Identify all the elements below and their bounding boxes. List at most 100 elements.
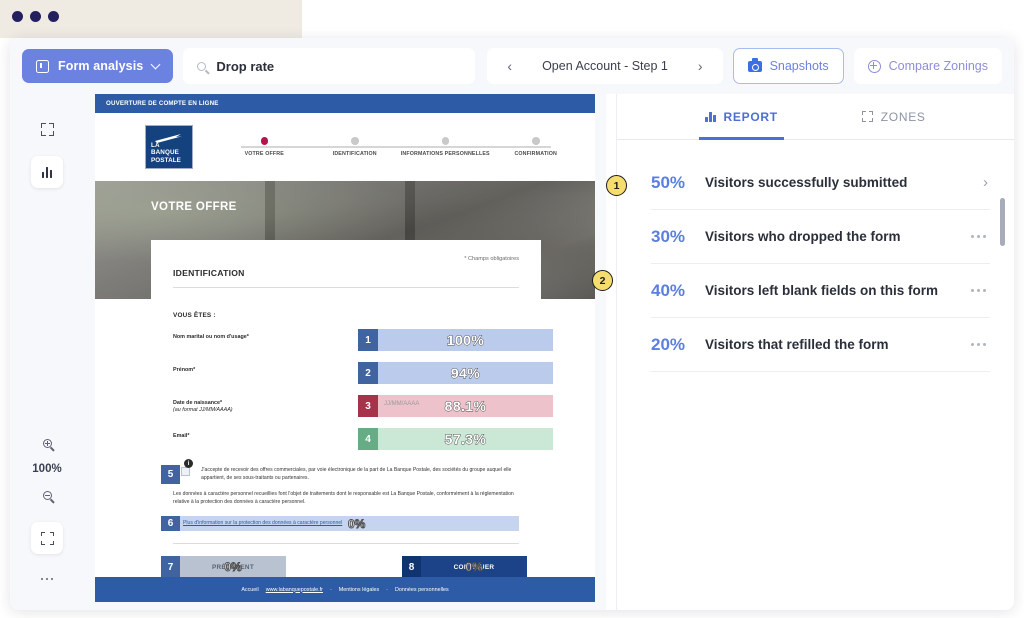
toolbar: Form analysis Drop rate ‹ Open Account -… xyxy=(10,38,1014,94)
form-card: * Champs obligatoires IDENTIFICATION VOU… xyxy=(151,240,541,590)
hero-title: VOTRE OFFRE xyxy=(151,201,237,213)
callout-marker-1[interactable]: 1 xyxy=(606,175,627,196)
crop-icon[interactable] xyxy=(30,112,64,146)
report-row[interactable]: 50% Visitors successfully submitted › xyxy=(651,156,990,210)
heatmap-index-badge: 1 xyxy=(358,329,378,351)
fit-screen-icon[interactable] xyxy=(31,522,63,554)
form-topbar-title: OUVERTURE DE COMPTE EN LIGNE xyxy=(106,100,219,107)
report-percent: 20% xyxy=(651,335,695,355)
search-input[interactable]: Drop rate xyxy=(183,48,475,84)
panel-scrollbar-thumb[interactable] xyxy=(1000,198,1005,246)
heatmap-percent: 94% xyxy=(451,365,480,381)
footer-separator: - xyxy=(330,587,332,593)
chevron-down-icon xyxy=(151,59,161,69)
app-root: Form analysis Drop rate ‹ Open Account -… xyxy=(0,0,1024,618)
step-dot-icon xyxy=(442,137,450,145)
required-fields-note: * Champs obligatoires xyxy=(173,256,519,262)
zoom-in-icon[interactable] xyxy=(30,426,64,460)
legal-note-text: Les données à caractère personnel recuei… xyxy=(173,491,519,506)
step-identification[interactable]: IDENTIFICATION xyxy=(310,137,401,157)
report-row[interactable]: 20% Visitors that refilled the form xyxy=(651,318,990,372)
form-preview-canvas[interactable]: OUVERTURE DE COMPTE EN LIGNE LA BANQUE P… xyxy=(84,94,606,610)
tab-report-label: REPORT xyxy=(724,110,778,124)
app-window: Form analysis Drop rate ‹ Open Account -… xyxy=(10,38,1014,610)
tab-zones-label: ZONES xyxy=(881,110,926,124)
step-dot-icon xyxy=(261,137,269,145)
consent-checkbox[interactable] xyxy=(181,467,190,476)
report-label: Visitors successfully submitted xyxy=(705,175,973,190)
banque-postale-logo: LA BANQUE POSTALE xyxy=(145,125,193,169)
report-label: Visitors left blank fields on this form xyxy=(705,283,961,298)
heatmap-percent: 88.1% xyxy=(445,398,487,414)
section-title: IDENTIFICATION xyxy=(173,268,519,278)
logo-line-3: POSTALE xyxy=(151,157,192,164)
step-label: IDENTIFICATION xyxy=(333,151,377,157)
report-label: Visitors that refilled the form xyxy=(705,337,961,352)
tab-zones[interactable]: ZONES xyxy=(862,94,926,140)
consent-checkbox-row[interactable]: 5 i J'accepte de recevoir des offres com… xyxy=(173,467,519,482)
heatmap-bar-2[interactable]: 2 94% xyxy=(358,362,553,384)
compare-zonings-button[interactable]: Compare Zonings xyxy=(854,48,1002,84)
heatmap-index-badge: 3 xyxy=(358,395,378,417)
more-options-icon[interactable] xyxy=(971,235,990,238)
heatmap-percent: 0% xyxy=(465,560,482,574)
footer-url-link[interactable]: www.labanquepostale.fr xyxy=(266,587,323,593)
heatmap-index-badge: 7 xyxy=(161,556,180,578)
privacy-link-row[interactable]: 6 Plus d'information sur la protection d… xyxy=(173,516,519,531)
heatmap-index-badge: 5 xyxy=(161,465,180,484)
previous-step-button[interactable]: ‹ xyxy=(503,58,516,74)
previous-button[interactable]: 7 PRÉCÉDENT 0% xyxy=(161,556,286,578)
current-step-label: Open Account - Step 1 xyxy=(542,59,668,73)
next-step-button[interactable]: › xyxy=(694,58,707,74)
footer-privacy-link[interactable]: Données personnelles xyxy=(395,587,449,593)
snapshots-label: Snapshots xyxy=(770,59,829,73)
step-informations-personnelles[interactable]: INFORMATIONS PERSONNELLES xyxy=(400,137,491,157)
heatmap-bar-1[interactable]: 1 100% xyxy=(358,329,553,351)
step-confirmation[interactable]: CONFIRMATION xyxy=(491,137,582,157)
chevron-right-icon[interactable]: › xyxy=(983,174,990,191)
continue-button[interactable]: 8 CONTINUER 0% xyxy=(402,556,527,578)
minimize-window-button[interactable] xyxy=(30,11,41,22)
heatmap-percent: 0% xyxy=(224,560,241,574)
field-label-text: Email* xyxy=(173,433,189,439)
section-divider xyxy=(173,287,519,288)
privacy-link[interactable]: Plus d'information sur la protection des… xyxy=(183,520,342,526)
report-label: Visitors who dropped the form xyxy=(705,229,961,244)
close-window-button[interactable] xyxy=(12,11,23,22)
bar-chart-icon[interactable] xyxy=(31,156,63,188)
field-sublabel: (au format JJ/MM/AAAA) xyxy=(173,407,233,414)
step-votre-offre[interactable]: VOTRE OFFRE xyxy=(219,137,310,157)
callout-marker-2[interactable]: 2 xyxy=(592,270,613,291)
snapshots-button[interactable]: Snapshots xyxy=(733,48,844,84)
report-row[interactable]: 30% Visitors who dropped the form xyxy=(651,210,990,264)
heatmap-percent: 57.3% xyxy=(445,431,487,447)
more-options-icon[interactable] xyxy=(971,343,990,346)
zones-icon xyxy=(862,111,873,122)
report-percent: 30% xyxy=(651,227,695,247)
form-analysis-button[interactable]: Form analysis xyxy=(22,49,173,83)
zoom-level-label: 100% xyxy=(32,463,61,475)
heatmap-fill: JJ/MM/AAAA 88.1% xyxy=(378,395,553,417)
info-icon[interactable]: i xyxy=(184,459,193,468)
form-field-row: Date de naissance* (au format JJ/MM/AAAA… xyxy=(173,395,519,418)
heatmap-bar-3[interactable]: 3 JJ/MM/AAAA 88.1% xyxy=(358,395,553,417)
field-label: Nom marital ou nom d'usage* xyxy=(173,334,249,341)
search-value: Drop rate xyxy=(216,59,274,74)
report-row[interactable]: 40% Visitors left blank fields on this f… xyxy=(651,264,990,318)
maximize-window-button[interactable] xyxy=(48,11,59,22)
zoom-out-icon[interactable] xyxy=(30,478,64,512)
tab-report[interactable]: REPORT xyxy=(705,94,777,140)
footer-home-label: Accueil xyxy=(241,587,258,593)
heatmap-percent: 0% xyxy=(348,516,365,531)
consent-text: J'accepte de recevoir des offres commerc… xyxy=(201,467,519,482)
heatmap-bar-4[interactable]: 4 57.3% xyxy=(358,428,553,450)
field-label-text: Date de naissance* xyxy=(173,400,222,406)
footer-legal-link[interactable]: Mentions légales xyxy=(339,587,379,593)
traffic-lights xyxy=(12,11,59,22)
heatmap-fill: CONTINUER 0% xyxy=(421,556,527,578)
step-label: CONFIRMATION xyxy=(514,151,557,157)
report-rows: 50% Visitors successfully submitted › 30… xyxy=(617,140,1014,372)
more-options-icon[interactable] xyxy=(971,289,990,292)
more-options-icon[interactable] xyxy=(30,562,64,596)
heatmap-index-badge: 8 xyxy=(402,556,421,578)
